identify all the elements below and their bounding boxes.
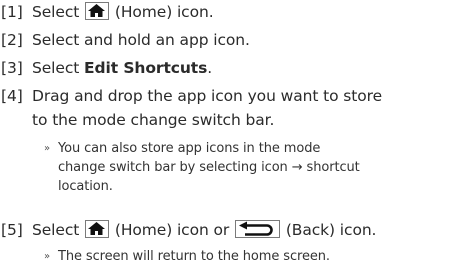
home-icon xyxy=(85,2,110,20)
step-text: (Home) icon or xyxy=(114,221,230,239)
step-text: Select xyxy=(32,3,80,21)
note-text-continued: location. xyxy=(58,179,113,194)
edit-shortcuts-label: Edit Shortcuts xyxy=(84,59,208,77)
step-text-continued: to the mode change switch bar. xyxy=(32,111,275,129)
note-marker: » xyxy=(44,251,51,262)
step-text: Select xyxy=(32,221,80,239)
instruction-steps: [1] Select (Home) icon. [2] Select and h… xyxy=(0,0,471,278)
note-text: You can also store app icons in the mode xyxy=(58,141,321,156)
step-number: [3] xyxy=(1,59,23,77)
back-icon xyxy=(235,220,281,238)
home-icon xyxy=(85,220,110,238)
step-number: [1] xyxy=(1,3,23,21)
step-text: (Home) icon. xyxy=(114,3,214,21)
note-text-continued: change switch bar by selecting icon → sh… xyxy=(58,160,360,175)
step-text: (Back) icon. xyxy=(285,221,377,239)
note-marker: » xyxy=(44,143,51,154)
note-text: The screen will return to the home scree… xyxy=(58,249,330,264)
step-text: Select and hold an app icon. xyxy=(32,31,250,49)
step-number: [2] xyxy=(1,31,23,49)
step-number: [5] xyxy=(1,221,23,239)
step-number: [4] xyxy=(1,87,23,105)
step-text: Select xyxy=(32,59,85,77)
step-text: Drag and drop the app icon you want to s… xyxy=(32,87,383,105)
step-text: . xyxy=(207,59,213,77)
